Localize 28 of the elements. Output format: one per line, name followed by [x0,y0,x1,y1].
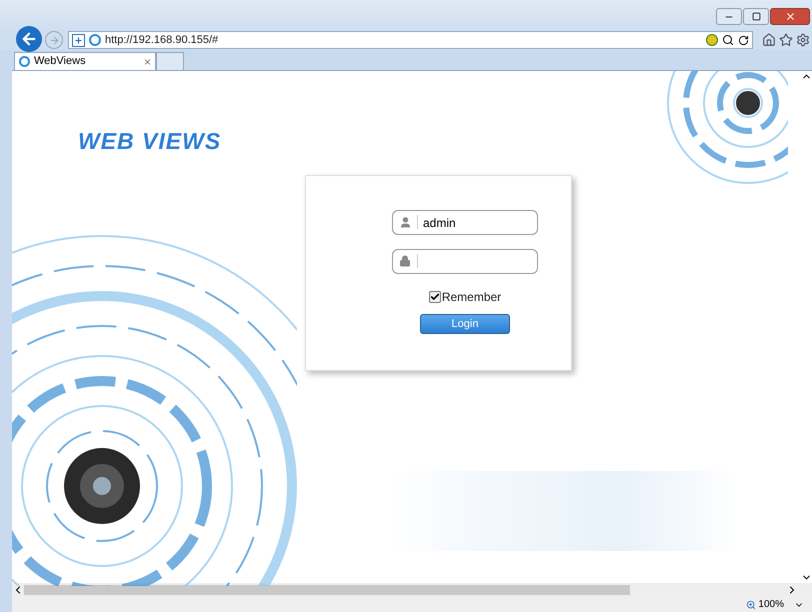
logo-text: WEB VIEWS [78,128,222,154]
settings-icon[interactable] [796,33,810,47]
maximize-button[interactable] [743,8,769,25]
maximize-icon [752,12,760,21]
home-icon[interactable] [762,33,776,47]
remember-label: Remember [442,289,502,306]
zoom-level[interactable]: 100% [758,597,784,612]
close-button[interactable] [770,8,810,25]
search-icon[interactable] [722,34,734,46]
lock-icon [399,255,411,267]
close-icon [784,11,796,22]
tab-close-button[interactable]: × [144,52,151,70]
remember-checkbox[interactable] [428,291,441,303]
refresh-icon[interactable] [738,34,749,46]
browser-tab[interactable]: WebViews × [14,52,156,70]
tab-title: WebViews [34,54,87,70]
password-field[interactable] [392,249,538,274]
shield-icon[interactable] [72,34,85,46]
horizontal-scrollbar[interactable] [12,583,812,597]
forward-arrow-icon [48,34,60,46]
zoom-icon [746,600,756,610]
username-field[interactable]: admin [392,210,538,235]
back-button[interactable] [16,26,42,52]
url-text: http://192.168.90.155/# [105,32,218,48]
address-bar[interactable]: http://192.168.90.155/# [68,31,753,49]
favorites-icon[interactable] [779,33,793,47]
scrollbar-thumb[interactable] [24,585,630,595]
user-icon [399,216,412,229]
